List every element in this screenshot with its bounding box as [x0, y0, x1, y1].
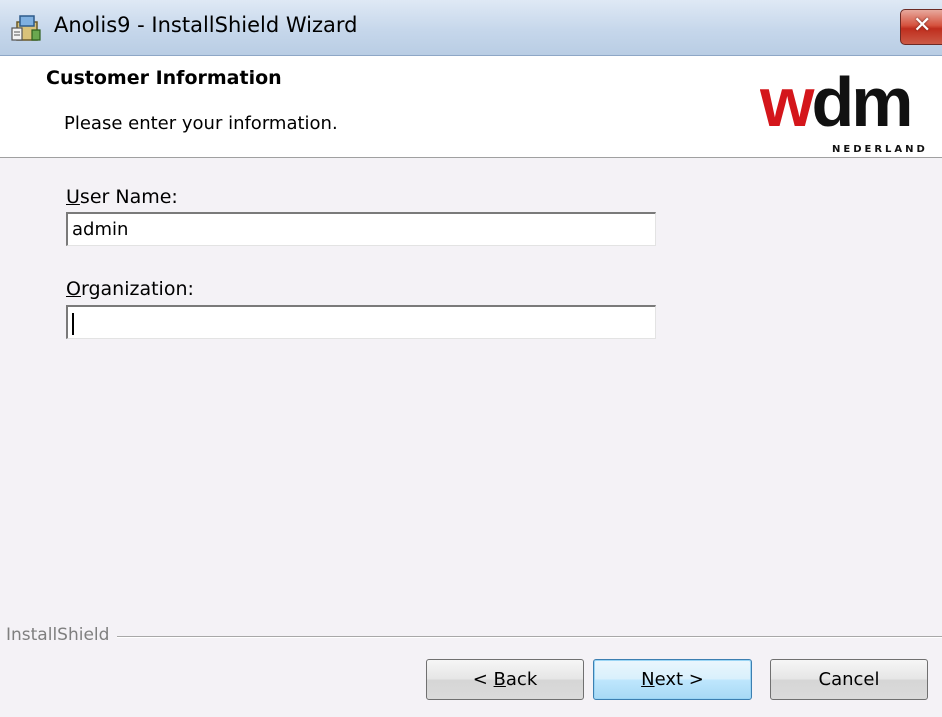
footer-divider [6, 636, 942, 638]
organization-label: Organization: [66, 278, 194, 300]
logo-text: wdm [760, 68, 910, 141]
text-caret [72, 313, 74, 335]
header-banner: Customer Information Please enter your i… [0, 56, 942, 158]
close-icon: ✕ [913, 13, 932, 38]
window-title: Anolis9 - InstallShield Wizard [54, 13, 358, 37]
wdm-nederland-logo: wdm NEDERLAND [760, 68, 928, 154]
user-name-input[interactable] [66, 212, 656, 246]
organization-input[interactable] [66, 305, 656, 339]
logo-subtext: NEDERLAND [832, 144, 928, 154]
user-name-label: User Name: [66, 186, 178, 208]
close-window-button[interactable]: ✕ [900, 9, 942, 45]
page-title: Customer Information [46, 67, 282, 89]
installer-app-icon [11, 15, 41, 41]
page-subtitle: Please enter your information. [64, 113, 338, 134]
installshield-brand-label: InstallShield [6, 625, 118, 645]
cancel-button[interactable]: Cancel [770, 659, 928, 700]
next-button[interactable]: Next > [593, 659, 752, 700]
title-bar: Anolis9 - InstallShield Wizard ✕ [0, 0, 942, 56]
back-button[interactable]: < Back [426, 659, 584, 700]
